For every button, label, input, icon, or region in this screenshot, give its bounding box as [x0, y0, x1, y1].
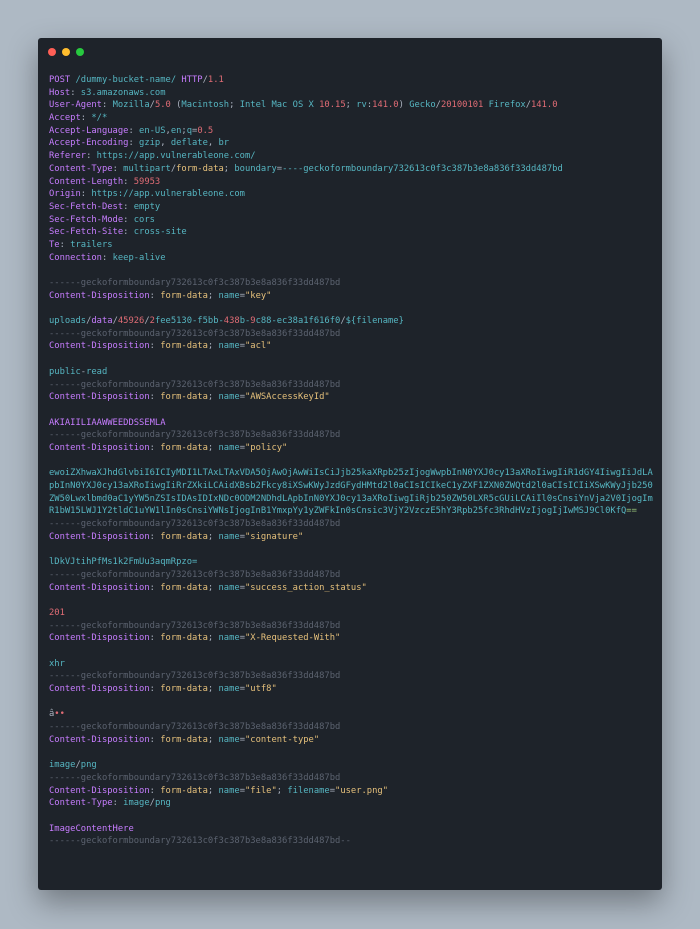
boundary-line: ------geckoformboundary732613c0f3c387b3e… — [49, 328, 341, 339]
header-origin: Origin: https://app.vulnerableone.com — [49, 189, 245, 200]
header-user-agent: User-Agent: Mozilla/5.0 (Macintosh; Inte… — [49, 100, 558, 111]
boundary-line: ------geckoformboundary732613c0f3c387b3e… — [49, 671, 341, 682]
content-disposition-utf8: Content-Disposition: form-data; name="ut… — [49, 684, 277, 695]
content-disposition-acl: Content-Disposition: form-data; name="ac… — [49, 341, 272, 352]
boundary-line: ------geckoformboundary732613c0f3c387b3e… — [49, 569, 341, 580]
header-connection: Connection: keep-alive — [49, 252, 166, 263]
content-disposition-content-type: Content-Disposition: form-data; name="co… — [49, 734, 320, 745]
http-request-code: POST /dummy-bucket-name/ HTTP/1.1 Host: … — [49, 74, 654, 848]
content-disposition-key: Content-Disposition: form-data; name="ke… — [49, 290, 272, 301]
part-value-acl: public-read — [49, 366, 108, 377]
part-value-key: uploads/data/45926/2fee5130-f5bb-438b-9c… — [49, 316, 404, 327]
content-disposition-awsaccesskeyid: Content-Disposition: form-data; name="AW… — [49, 392, 330, 403]
content-disposition-x-requested-with: Content-Disposition: form-data; name="X-… — [49, 633, 341, 644]
part-content-type-file: Content-Type: image/png — [49, 798, 171, 809]
part-value-signature: lDkVJtihPfMs1k2FmUu3aqmRpzo= — [49, 557, 198, 568]
part-value-x-requested-with: xhr — [49, 658, 65, 669]
boundary-line: ------geckoformboundary732613c0f3c387b3e… — [49, 519, 341, 530]
content-disposition-success-action-status: Content-Disposition: form-data; name="su… — [49, 582, 367, 593]
part-value-policy: ewoiZXhwaXJhdGlvbiI6ICIyMDI1LTAxLTAxVDA5… — [49, 468, 653, 517]
maximize-window-icon[interactable] — [76, 48, 84, 56]
http-method: POST — [49, 75, 71, 85]
content-disposition-file: Content-Disposition: form-data; name="fi… — [49, 785, 388, 796]
request-path: /dummy-bucket-name/ — [75, 75, 177, 85]
close-window-icon[interactable] — [48, 48, 56, 56]
request-line: POST /dummy-bucket-name/ HTTP/1.1 — [49, 75, 224, 85]
part-value-success-action-status: 201 — [49, 607, 65, 618]
header-content-length: Content-Length: 59953 — [49, 176, 161, 187]
boundary-line: ------geckoformboundary732613c0f3c387b3e… — [49, 430, 341, 441]
boundary-line: ------geckoformboundary732613c0f3c387b3e… — [49, 772, 341, 783]
header-host: Host: s3.amazonaws.com — [49, 87, 166, 98]
boundary-line: ------geckoformboundary732613c0f3c387b3e… — [49, 379, 341, 390]
part-value-awsaccesskeyid: AKIAIILIAAWWEEDDSSEMLA — [49, 417, 166, 428]
code-window: POST /dummy-bucket-name/ HTTP/1.1 Host: … — [38, 38, 662, 890]
content-disposition-policy: Content-Disposition: form-data; name="po… — [49, 442, 288, 453]
boundary-line: ------geckoformboundary732613c0f3c387b3e… — [49, 722, 341, 733]
header-accept-encoding: Accept-Encoding: gzip, deflate, br — [49, 138, 230, 149]
part-value-content-type: image/png — [49, 760, 97, 771]
part-value-utf8: â•• — [49, 709, 65, 720]
header-accept: Accept: */* — [49, 113, 108, 124]
http-version: 1.1 — [207, 75, 224, 85]
http-protocol: HTTP — [181, 75, 203, 85]
minimize-window-icon[interactable] — [62, 48, 70, 56]
header-content-type: Content-Type: multipart/form-data; bound… — [49, 163, 563, 174]
content-disposition-signature: Content-Disposition: form-data; name="si… — [49, 531, 304, 542]
header-sec-fetch-site: Sec-Fetch-Site: cross-site — [49, 227, 187, 238]
boundary-line: ------geckoformboundary732613c0f3c387b3e… — [49, 620, 341, 631]
closing-boundary-line: ------geckoformboundary732613c0f3c387b3e… — [49, 836, 351, 847]
header-sec-fetch-dest: Sec-Fetch-Dest: empty — [49, 201, 161, 212]
part-value-file-body: ImageContentHere — [49, 823, 134, 834]
boundary-line: ------geckoformboundary732613c0f3c387b3e… — [49, 278, 341, 288]
header-accept-language: Accept-Language: en-US,en;q=0.5 — [49, 125, 214, 136]
header-te: Te: trailers — [49, 239, 113, 250]
window-titlebar — [38, 38, 662, 66]
header-sec-fetch-mode: Sec-Fetch-Mode: cors — [49, 214, 155, 225]
header-referer: Referer: https://app.vulnerableone.com/ — [49, 151, 256, 162]
